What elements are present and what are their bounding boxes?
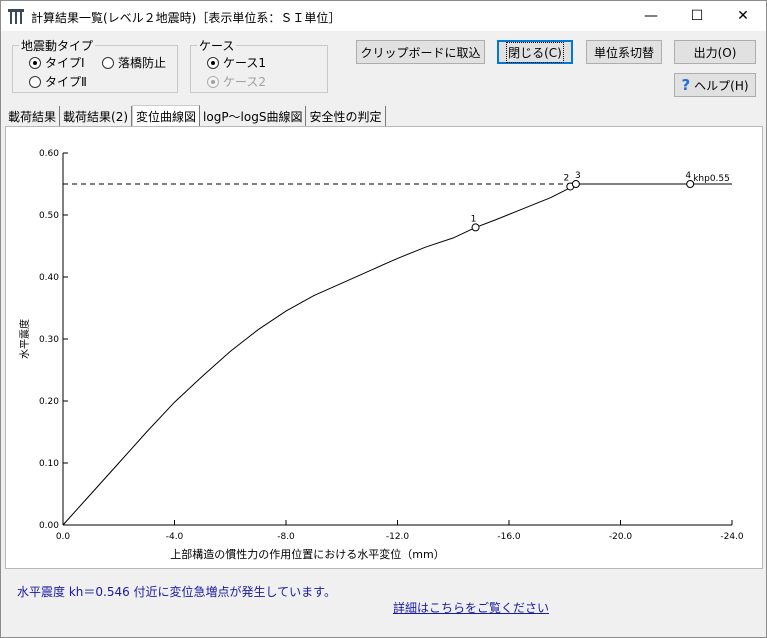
output-button[interactable]: 出力(O) [674,40,756,64]
tab-logp-logs-curve-label: logP～logS曲線図 [203,109,303,124]
data-point-label: 4 [685,171,691,181]
radio-type1-dot [29,56,41,69]
tab-safety-judgment-label: 安全性の判定 [309,109,382,124]
x-tick-label: -12.0 [386,532,410,542]
close-window-button[interactable]: ✕ [720,1,766,31]
x-tick-label: 0.0 [56,532,71,542]
y-tick-label: 0.40 [39,273,59,283]
radio-type2-label: タイプⅡ [45,75,87,89]
x-axis-title: 上部構造の慣性力の作用位置における水平変位（mm） [170,547,444,561]
x-tick-label: -16.0 [497,532,521,542]
help-button-label: ヘルプ(H) [694,78,749,93]
data-point-marker [571,180,580,188]
data-point-label: 3 [575,171,581,181]
y-tick-label: 0.20 [39,397,59,407]
tab-safety-judgment[interactable]: 安全性の判定 [306,106,386,126]
khp-label: khp0.55 [693,174,730,184]
maximize-button[interactable]: ☐ [674,1,720,31]
tab-logp-logs-curve[interactable]: logP～logS曲線図 [200,106,307,126]
close-button-label: 閉じる(C) [506,41,564,63]
title-bar: 計算結果一覧(レベル２地震時)［表示単位系：ＳＩ単位］ — ☐ ✕ [1,1,766,31]
tab-load-result[interactable]: 載荷結果 [5,106,61,126]
y-tick-label: 0.30 [39,335,59,345]
app-bridge-icon [8,9,24,24]
data-point-label: 1 [471,214,477,224]
radio-type1[interactable]: タイプⅠ [29,54,85,71]
radio-case2-dot [207,75,219,88]
case-group-title: ケース [197,37,237,54]
motion-type-group-title: 地震動タイプ [19,37,96,54]
x-tick-label: -20.0 [609,532,633,542]
x-tick-label: -8.0 [277,532,295,542]
x-tick-label: -24.0 [720,532,744,542]
main-window: 計算結果一覧(レベル２地震時)［表示単位系：ＳＩ単位］ — ☐ ✕ 地震動タイプ… [0,0,767,638]
status-message: 水平震度 kh＝0.546 付近に変位急増点が発生しています。 [17,585,336,599]
motion-type-group: 地震動タイプ タイプⅠ 落橋防止 タイプⅡ [12,37,178,93]
radio-type2-dot [29,75,41,88]
copy-to-clipboard-button[interactable]: クリップボードに取込 [356,40,485,64]
window-title: 計算結果一覧(レベル２地震時)［表示単位系：ＳＩ単位］ [31,11,341,25]
radio-fall-prevention-dot [102,56,114,69]
help-button[interactable]: ? ヘルプ(H) [674,73,756,97]
maximize-icon: ☐ [690,8,704,24]
displacement-chart: 0.0 -4.0 -8.0 -12.0 -16.0 -20.0 -24.0 0.00 0.10 0… [18,149,744,561]
radio-fall-prevention[interactable]: 落橋防止 [102,54,166,71]
tab-load-result-2-label: 載荷結果(2) [63,109,129,124]
radio-type1-label: タイプⅠ [45,56,85,70]
x-tick-label: -4.0 [166,532,184,542]
radio-fall-prevention-label: 落橋防止 [118,56,167,70]
y-tick-label: 0.00 [39,521,59,531]
radio-type2[interactable]: タイプⅡ [29,73,87,90]
radio-case2[interactable]: ケース2 [207,73,266,90]
tab-load-result-label: 載荷結果 [8,109,57,124]
radio-case1[interactable]: ケース1 [207,54,266,71]
y-axis-title: 水平震度 [18,319,31,359]
radio-case2-label: ケース2 [223,75,267,89]
tab-bar: 載荷結果 載荷結果(2) 変位曲線図 logP～logS曲線図 安全性の判定 [5,105,386,126]
tab-displacement-curve[interactable]: 変位曲線図 [132,105,201,126]
data-point-label: 2 [563,173,569,183]
unit-switch-button[interactable]: 単位系切替 [586,40,662,64]
minimize-button[interactable]: — [628,1,674,31]
minimize-icon: — [644,8,658,24]
tab-load-result-2[interactable]: 載荷結果(2) [60,106,133,126]
output-button-label: 出力(O) [693,45,737,60]
case-group: ケース ケース1 ケース2 [190,37,328,93]
displacement-curve-line [62,183,732,526]
status-area: 水平震度 kh＝0.546 付近に変位急増点が発生しています。 詳細はこちらをご… [5,573,763,633]
details-link[interactable]: 詳細はこちらをご覧ください [393,599,549,616]
y-tick-label: 0.10 [39,459,59,469]
tab-displacement-curve-label: 変位曲線図 [136,109,197,124]
y-tick-label: 0.50 [39,211,59,221]
help-question-icon: ? [681,76,691,94]
chart-panel: 0.0 -4.0 -8.0 -12.0 -16.0 -20.0 -24.0 0.00 0.10 0… [5,126,763,569]
close-icon: ✕ [737,8,749,24]
data-point-marker [471,223,480,232]
y-tick-label: 0.60 [39,149,59,159]
close-button[interactable]: 閉じる(C) [497,40,573,64]
radio-case1-label: ケース1 [223,56,267,70]
radio-case1-dot [207,56,219,69]
unit-switch-label: 単位系切替 [593,45,654,60]
copy-to-clipboard-label: クリップボードに取込 [360,45,481,60]
